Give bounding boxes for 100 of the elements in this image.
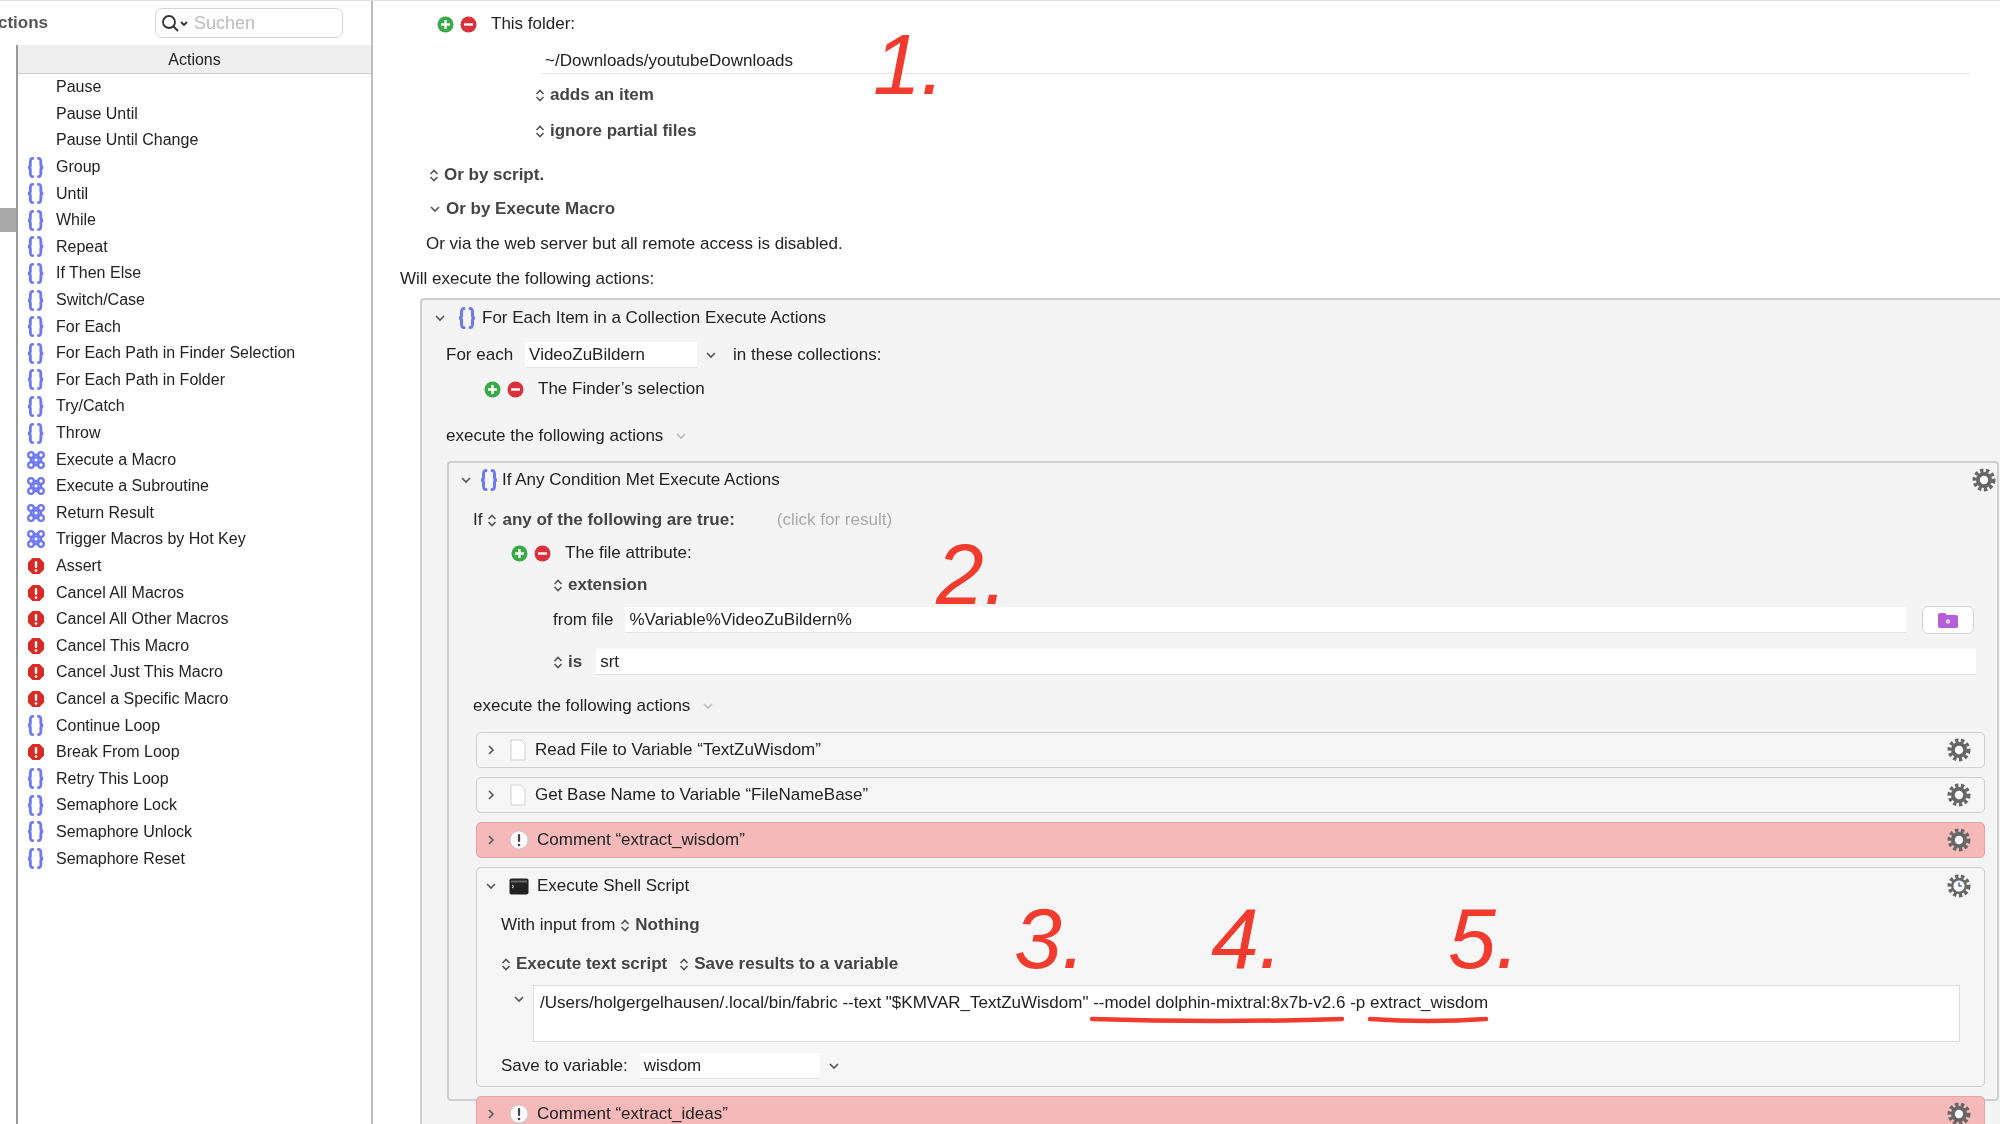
dropdown-caret-icon[interactable] [705, 349, 718, 361]
action-item[interactable]: Return Result [18, 499, 371, 527]
chevron-right-icon[interactable] [485, 789, 497, 801]
action-item[interactable]: Execute a Subroutine [18, 472, 371, 500]
field-label: For each [446, 344, 514, 367]
settings-icon[interactable] [1946, 737, 1972, 763]
command-icon [26, 450, 45, 469]
action-item[interactable]: Pause [18, 74, 371, 101]
action-row[interactable]: Get Base Name to Variable “FileNameBase” [476, 777, 1985, 813]
action-item[interactable]: Assert [18, 552, 371, 580]
folder-button[interactable] [1922, 606, 1975, 634]
remove-icon[interactable] [460, 15, 477, 33]
add-icon[interactable] [437, 15, 454, 33]
action-item[interactable]: If Then Else [18, 260, 371, 287]
field-label: The file attribute: [565, 542, 692, 565]
action-item[interactable]: Semaphore Lock [18, 792, 371, 819]
action-title: If Any Condition Met Execute Actions [502, 469, 780, 492]
action-item[interactable]: Cancel All Macros [18, 579, 371, 606]
settings-icon[interactable] [1946, 782, 1972, 808]
action-item[interactable]: Retry This Loop [18, 765, 371, 793]
search-icon [161, 14, 189, 34]
action-item[interactable]: Continue Loop [18, 712, 371, 739]
action-item[interactable]: While [18, 206, 371, 234]
section-heading: Will execute the following actions: [400, 268, 655, 291]
chevron-down-icon[interactable] [429, 203, 441, 215]
braces-icon [26, 848, 45, 869]
action-item[interactable]: Execute a Macro [18, 446, 371, 473]
row-highlight [0, 208, 16, 232]
settings-icon[interactable] [1971, 467, 1997, 493]
action-item[interactable]: Pause Until Change [18, 127, 371, 154]
disclosure-toggle[interactable]: Or by script. [429, 162, 545, 188]
braces-icon [26, 316, 45, 338]
remove-icon[interactable] [507, 380, 524, 398]
popup-button[interactable]: extension [553, 572, 648, 598]
add-icon[interactable] [511, 544, 528, 562]
command-icon [26, 477, 45, 496]
chevron-right-icon[interactable] [485, 1108, 497, 1120]
braces-icon [26, 821, 45, 843]
action-item[interactable]: Until [18, 180, 371, 207]
chevron-down-icon[interactable] [513, 993, 525, 1005]
handwritten-number: 5. [1448, 895, 1520, 981]
action-item[interactable]: Cancel All Other Macros [18, 605, 371, 633]
field-label: in these collections: [733, 344, 882, 367]
action-item[interactable]: Try/Catch [18, 393, 371, 420]
field-label: With input from [501, 914, 616, 937]
field-label: from file [553, 609, 614, 632]
popup-button[interactable]: any of the following are true: [487, 507, 735, 533]
updown-icon [487, 512, 498, 528]
action-item[interactable]: Throw [18, 419, 371, 447]
disclosure-toggle[interactable]: Or by Execute Macro [429, 196, 616, 222]
popup-button[interactable]: adds an item [535, 82, 654, 108]
chevron-down-icon[interactable] [460, 474, 472, 486]
action-item[interactable]: Semaphore Reset [18, 845, 371, 872]
popup-button[interactable]: Save results to a variable [679, 951, 899, 977]
action-title: Comment “extract_wisdom” [537, 829, 745, 852]
action-title: For Each Item in a Collection Execute Actions [482, 307, 826, 330]
action-row[interactable]: Read File to Variable “TextZuWisdom” [476, 732, 1985, 768]
settings-icon[interactable] [1946, 1101, 1972, 1124]
variable-select[interactable]: VideoZuBildern [525, 342, 698, 368]
terminal-icon [509, 877, 529, 895]
action-item[interactable]: Cancel This Macro [18, 632, 371, 660]
settings-icon[interactable] [1946, 827, 1972, 853]
chevron-down-icon[interactable] [485, 880, 497, 892]
action-item[interactable]: Semaphore Unlock [18, 818, 371, 846]
comment-action-row[interactable]: Comment “extract_wisdom” [476, 822, 1985, 858]
action-item[interactable]: Trigger Macros by Hot Key [18, 526, 371, 553]
variable-select[interactable]: wisdom [639, 1053, 820, 1079]
section-label: execute the following actions [473, 695, 691, 718]
braces-icon [26, 183, 45, 205]
action-item[interactable]: Break From Loop [18, 738, 371, 766]
file-path-field[interactable]: %Variable%VideoZuBildern% [625, 607, 1907, 633]
popup-button[interactable]: ignore partial files [535, 118, 697, 144]
action-item[interactable]: Switch/Case [18, 286, 371, 314]
chevron-right-icon[interactable] [485, 744, 497, 756]
dropdown-caret-icon[interactable] [827, 1060, 840, 1072]
action-item[interactable]: For Each [18, 313, 371, 340]
search-field[interactable]: Suchen [155, 8, 343, 38]
action-item[interactable]: Cancel a Specific Macro [18, 685, 371, 713]
stop-icon [26, 583, 45, 602]
add-icon[interactable] [484, 380, 501, 398]
action-item[interactable]: For Each Path in Finder Selection [18, 339, 371, 367]
chevron-right-icon[interactable] [485, 834, 497, 846]
chevron-down-icon[interactable] [434, 312, 446, 324]
popup-button[interactable]: is [553, 649, 583, 675]
braces-icon [26, 422, 45, 444]
popup-button[interactable]: Nothing [620, 912, 700, 938]
action-item[interactable]: Cancel Just This Macro [18, 659, 371, 686]
action-item[interactable]: Pause Until [18, 100, 371, 128]
folder-icon [1937, 611, 1960, 629]
script-field[interactable]: /Users/holgergelhausen/.local/bin/fabric --text "$KMVAR_TextZuWisdom" --model dolphin-mixtral:8x7b-v2.6 -p extract_wisdom [533, 985, 1960, 1042]
value-field[interactable]: srt [596, 649, 1977, 675]
action-item[interactable]: Repeat [18, 233, 371, 261]
comment-action-row[interactable]: Comment “extract_ideas” [476, 1096, 1985, 1124]
action-item[interactable]: Group [18, 153, 371, 181]
gear-clock-icon[interactable] [1946, 873, 1972, 899]
updown-icon [535, 87, 545, 103]
action-item[interactable]: For Each Path in Folder [18, 366, 371, 394]
popup-button[interactable]: Execute text script [501, 951, 668, 977]
action-title: Comment “extract_ideas” [537, 1103, 728, 1124]
remove-icon[interactable] [534, 544, 551, 562]
